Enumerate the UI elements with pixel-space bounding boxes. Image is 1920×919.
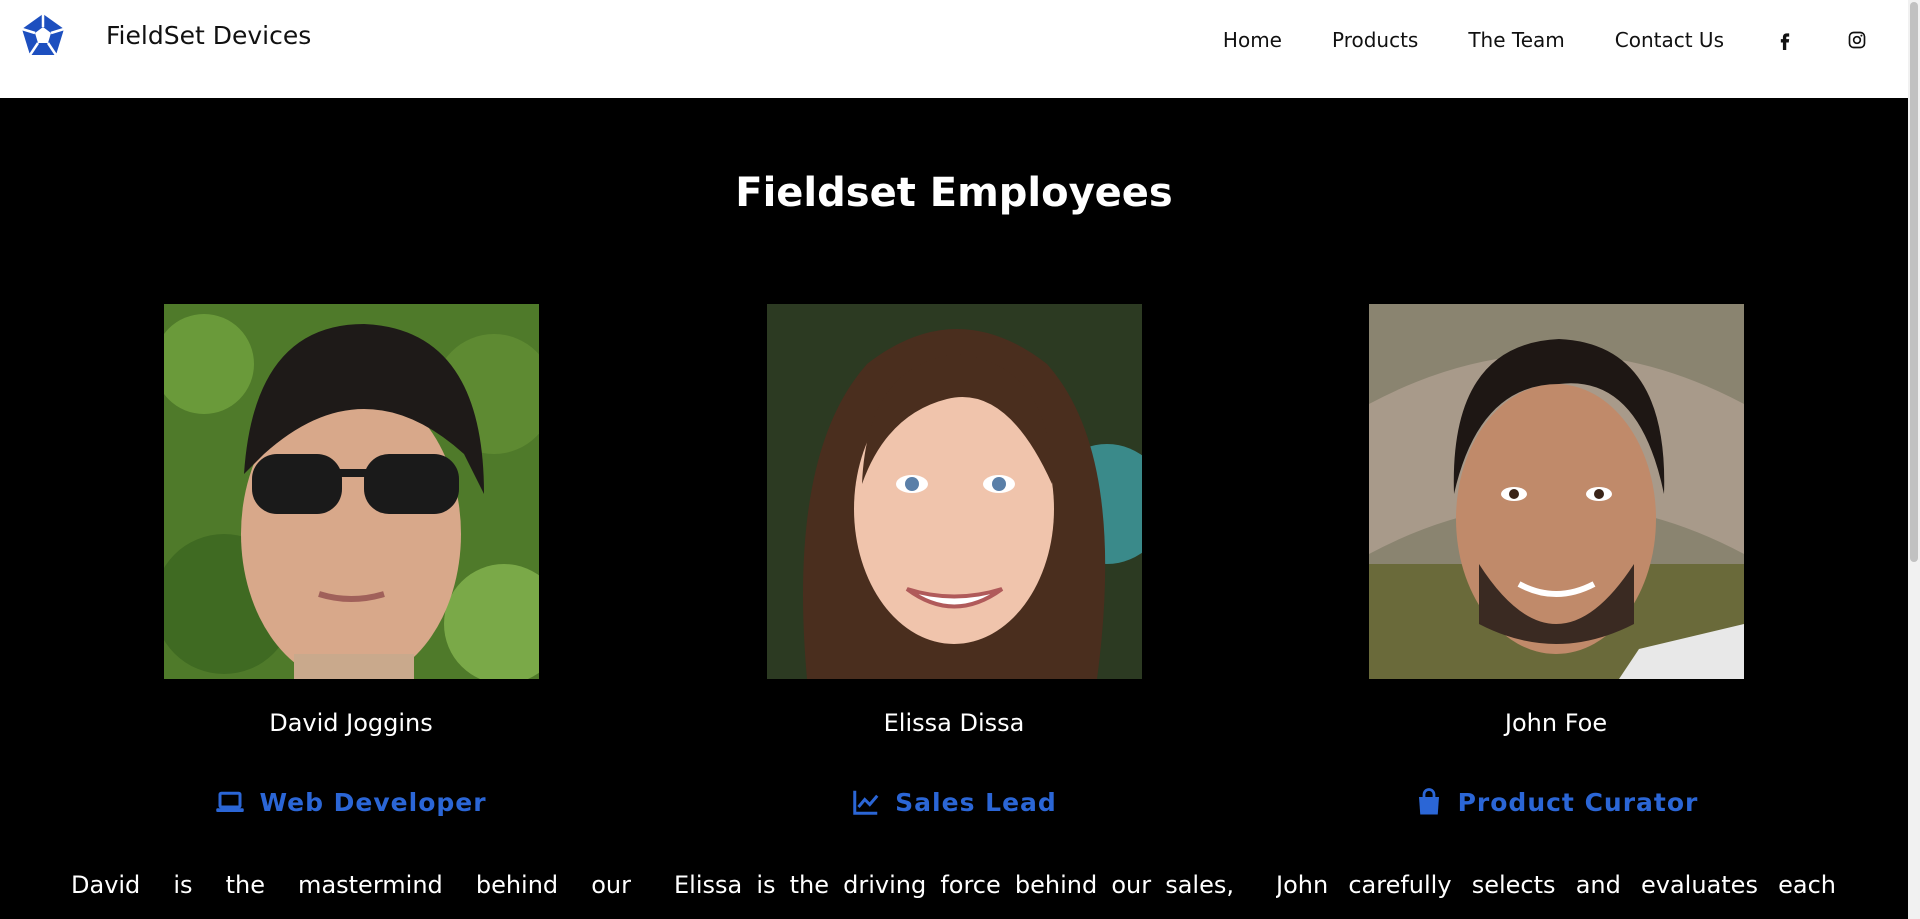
chart-line-icon bbox=[853, 790, 879, 815]
employee-card: David Joggins Web Developer David is the… bbox=[71, 304, 631, 901]
employee-photo bbox=[1368, 304, 1744, 679]
main-nav: Home Products The Team Contact Us bbox=[1173, 28, 1868, 52]
scrollbar-thumb[interactable] bbox=[1910, 2, 1918, 562]
shopping-bag-icon bbox=[1418, 788, 1439, 815]
vertical-scrollbar[interactable] bbox=[1908, 0, 1920, 919]
employee-name: Elissa Dissa bbox=[883, 709, 1025, 737]
page: FieldSet Devices Home Products The Team … bbox=[0, 0, 1908, 919]
nav-contact-us[interactable]: Contact Us bbox=[1615, 28, 1724, 52]
nav-the-team[interactable]: The Team bbox=[1468, 28, 1564, 52]
brand-name: FieldSet Devices bbox=[106, 20, 312, 50]
section-title: Fieldset Employees bbox=[735, 170, 1173, 216]
employee-role: Web Developer bbox=[71, 787, 631, 817]
employee-photo bbox=[766, 304, 1142, 679]
employee-bio: John carefully selects and evaluates eac… bbox=[1276, 871, 1836, 899]
employee-role-label: Product Curator bbox=[1457, 787, 1699, 817]
employee-bio: David is the mastermind behind our bbox=[71, 871, 631, 899]
instagram-icon[interactable] bbox=[1846, 29, 1868, 51]
employee-card: Elissa Dissa Sales Lead Elissa is the dr… bbox=[674, 304, 1234, 901]
employee-photo bbox=[163, 304, 539, 679]
pentagon-logo-icon bbox=[21, 14, 65, 56]
employee-name: John Foe bbox=[1504, 709, 1608, 737]
employee-bio: Elissa is the driving force behind our s… bbox=[674, 871, 1234, 899]
facebook-icon[interactable] bbox=[1774, 29, 1796, 51]
employee-role-label: Web Developer bbox=[259, 787, 487, 817]
brand[interactable]: FieldSet Devices bbox=[20, 12, 311, 58]
employee-role-label: Sales Lead bbox=[895, 787, 1057, 817]
employee-card: John Foe Product Curator John carefully … bbox=[1276, 304, 1836, 901]
employee-name: David Joggins bbox=[269, 709, 433, 737]
employee-role: Product Curator bbox=[1276, 787, 1836, 817]
laptop-icon bbox=[216, 791, 245, 812]
employee-role: Sales Lead bbox=[674, 787, 1234, 817]
nav-home[interactable]: Home bbox=[1223, 28, 1282, 52]
site-header: FieldSet Devices Home Products The Team … bbox=[0, 0, 1908, 98]
nav-products[interactable]: Products bbox=[1332, 28, 1418, 52]
